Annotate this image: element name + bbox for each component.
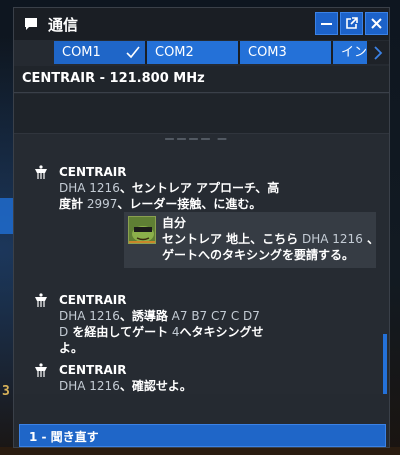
callsign: DHA 1216 (298, 232, 363, 246)
tab-com3[interactable]: COM3 (240, 41, 333, 64)
reply-option-button[interactable]: 1 - 聞き直す (19, 424, 386, 447)
chat-bubble-icon (25, 18, 37, 30)
message-sender: CENTRAIR (59, 293, 127, 307)
altimeter-value: 2997 (83, 197, 118, 211)
message-body: CENTRAIR DHA 1216、確認せよ。 (59, 362, 192, 394)
message-text: 度計 (59, 197, 84, 211)
message-text: よ。 (59, 341, 84, 355)
tab-label: COM2 (155, 45, 194, 60)
frequency-label: CENTRAIR - 121.800 MHz (22, 71, 205, 86)
message-text: 、 (362, 232, 380, 246)
message-text: を経由してゲート (68, 325, 169, 339)
message-text: 、レーダー接触、に進む。 (117, 197, 262, 211)
tab-intercom[interactable]: イン (333, 41, 369, 64)
message-body: 自分 セントレア 地上、こちら DHA 1216 、 ゲートへのタキシングを要請… (162, 215, 379, 263)
minimize-icon (321, 23, 332, 25)
close-button[interactable] (365, 12, 388, 35)
gate-number: 4 (168, 325, 180, 339)
avatar-frog-icon (129, 217, 155, 243)
message-body: CENTRAIR DHA 1216、セントレア アプローチ、高 度計 2997、… (59, 164, 279, 212)
message-sender: 自分 (162, 216, 187, 230)
avatar (128, 216, 156, 244)
self-message: 自分 セントレア 地上、こちら DHA 1216 、 ゲートへのタキシングを要請… (124, 212, 379, 268)
title-bar[interactable]: 通信 (14, 8, 389, 40)
callsign: DHA 1216 (59, 379, 120, 393)
control-tower-icon (35, 165, 47, 179)
tab-label: COM1 (62, 45, 101, 60)
control-tower-icon (35, 293, 47, 307)
chevron-right-icon (373, 45, 382, 60)
com-tabs: COM1 COM2 COM3 イン (54, 41, 389, 64)
checkmark-icon (126, 46, 140, 59)
message-text: ゲートへのタキシングを要請する。 (162, 248, 355, 262)
message-text: セントレア 地上、こちら (162, 232, 299, 246)
close-icon (371, 18, 382, 29)
feed-scrollbar[interactable] (383, 334, 387, 394)
message-text: 、セントレア アプローチ、高 (119, 181, 280, 195)
callsign: DHA 1216 (59, 309, 120, 323)
tab-com2[interactable]: COM2 (147, 41, 240, 64)
popout-button[interactable] (340, 12, 363, 35)
control-tower-icon (35, 363, 47, 377)
callsign: DHA 1216 (59, 181, 120, 195)
feed-divider (14, 94, 389, 134)
tab-label: イン (341, 45, 368, 60)
message-text: 、確認せよ。 (119, 379, 192, 393)
tabs-scroll-right-button[interactable] (367, 41, 389, 64)
message-sender: CENTRAIR (59, 165, 127, 179)
message-text: へタキシングせ (179, 325, 264, 339)
popout-icon (346, 17, 358, 29)
tab-com1[interactable]: COM1 (54, 41, 147, 64)
message-sender: CENTRAIR (59, 363, 127, 377)
minimize-button[interactable] (315, 12, 338, 35)
message-body: CENTRAIR DHA 1216、誘導路 A7 B7 C7 C D7 D を経… (59, 292, 264, 356)
reply-option-label: 1 - 聞き直す (29, 430, 99, 444)
message-text: 、誘導路 (119, 309, 168, 323)
taxiway-list: D (59, 325, 69, 339)
background-floor (0, 447, 400, 455)
frequency-header: CENTRAIR - 121.800 MHz (14, 66, 389, 93)
window-title: 通信 (48, 16, 79, 34)
comms-window: 通信 COM1 COM2 COM3 イン CENTRAIR - 121.800 … (13, 7, 390, 448)
tab-label: COM3 (248, 45, 287, 60)
cut-off-message: ーーーー ー (164, 133, 229, 146)
taxiway-list: A7 B7 C7 C D7 (167, 309, 260, 323)
message-feed[interactable]: ーーーー ー CENTRAIR DHA 1216、セントレア アプローチ、高 度… (14, 94, 389, 394)
